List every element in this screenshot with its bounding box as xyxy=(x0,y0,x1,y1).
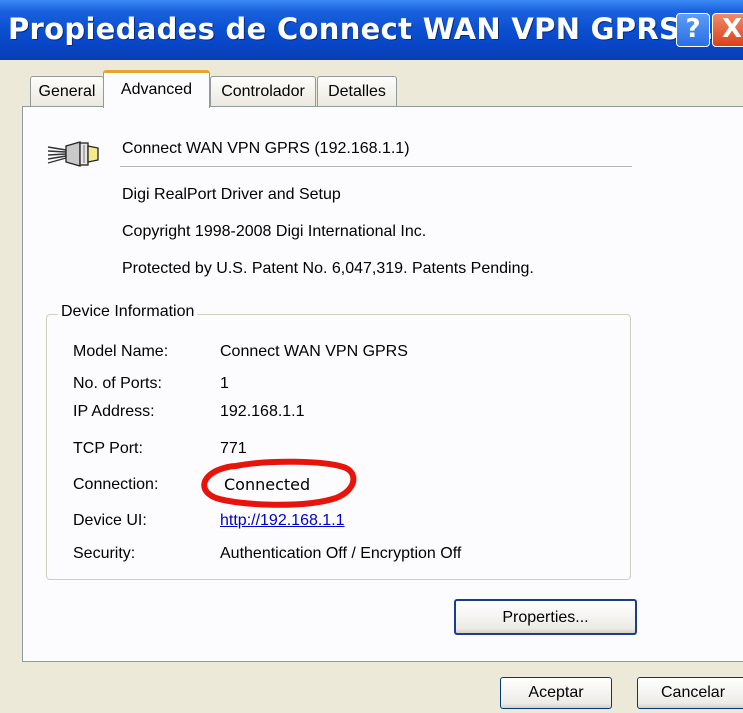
advanced-tab-panel xyxy=(22,106,743,662)
ok-button[interactable]: Aceptar xyxy=(500,677,612,709)
tab-general[interactable]: General xyxy=(30,76,104,106)
window-title: Propiedades de Connect WAN VPN GPRS... xyxy=(8,12,715,46)
properties-button[interactable]: Properties... xyxy=(454,599,637,635)
tab-detalles[interactable]: Detalles xyxy=(317,76,397,106)
cancel-button[interactable]: Cancelar xyxy=(637,677,743,709)
help-button[interactable]: ? xyxy=(676,13,710,47)
tab-controlador[interactable]: Controlador xyxy=(210,76,316,106)
close-button[interactable]: X xyxy=(712,13,743,47)
title-bar: Propiedades de Connect WAN VPN GPRS... ?… xyxy=(0,0,743,60)
tab-advanced[interactable]: Advanced xyxy=(103,70,210,108)
